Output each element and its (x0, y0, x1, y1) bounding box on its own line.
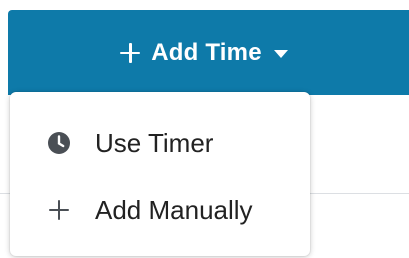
clock-icon (47, 131, 71, 155)
add-time-label: Add Time (151, 38, 262, 66)
plus-icon (47, 198, 71, 222)
plus-icon (119, 42, 141, 64)
app-viewport: Add Time Use Timer Add Manually (0, 0, 409, 258)
add-time-button[interactable]: Add Time (8, 10, 409, 95)
menu-item-add-manually[interactable]: Add Manually (10, 178, 310, 242)
menu-item-label: Use Timer (95, 127, 214, 158)
add-time-dropdown: Use Timer Add Manually (10, 92, 310, 256)
menu-item-label: Add Manually (95, 194, 253, 225)
menu-item-use-timer[interactable]: Use Timer (10, 111, 310, 175)
caret-down-icon (273, 50, 288, 58)
background-panel (310, 95, 409, 258)
